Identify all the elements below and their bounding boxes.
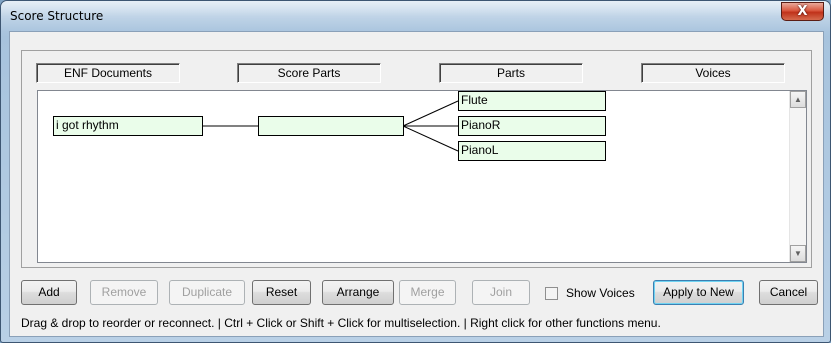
apply-to-new-button[interactable]: Apply to New	[653, 280, 744, 305]
close-icon: X	[797, 4, 808, 19]
scroll-up-icon[interactable]: ▲	[790, 91, 806, 108]
score-part-node[interactable]	[258, 116, 404, 136]
title-bar[interactable]: Score Structure X	[1, 1, 830, 31]
column-header-score-parts: Score Parts	[237, 63, 381, 83]
score-structure-window: Score Structure X ENF Documents Score Pa…	[0, 0, 831, 343]
show-voices-toggle[interactable]: Show Voices	[545, 285, 635, 301]
reset-button[interactable]: Reset	[252, 280, 311, 305]
show-voices-checkbox[interactable]	[545, 286, 558, 300]
add-button[interactable]: Add	[21, 280, 77, 305]
close-button[interactable]: X	[781, 2, 824, 21]
structure-panel: ENF Documents Score Parts Parts Voices i…	[21, 50, 812, 268]
part-node-flute[interactable]: Flute	[458, 91, 606, 111]
enf-document-node[interactable]: i got rhythm	[53, 116, 203, 136]
help-hint-text: Drag & drop to reorder or reconnect. | C…	[21, 316, 661, 330]
join-button[interactable]: Join	[472, 280, 530, 305]
remove-button[interactable]: Remove	[90, 280, 158, 305]
merge-button[interactable]: Merge	[399, 280, 456, 305]
scroll-down-icon[interactable]: ▼	[790, 245, 806, 262]
duplicate-button[interactable]: Duplicate	[169, 280, 245, 305]
column-header-enf-documents: ENF Documents	[36, 63, 180, 83]
vertical-scrollbar[interactable]: ▲ ▼	[789, 91, 806, 262]
arrange-button[interactable]: Arrange	[322, 280, 394, 305]
column-header-voices: Voices	[641, 63, 785, 83]
dialog-body: ENF Documents Score Parts Parts Voices i…	[9, 31, 824, 337]
window-title: Score Structure	[10, 9, 104, 23]
part-node-pianol[interactable]: PianoL	[458, 141, 606, 161]
column-header-parts: Parts	[439, 63, 583, 83]
part-node-pianor[interactable]: PianoR	[458, 116, 606, 136]
show-voices-label: Show Voices	[566, 286, 635, 300]
cancel-button[interactable]: Cancel	[759, 280, 818, 305]
structure-canvas[interactable]: i got rhythm Flute PianoR PianoL ▲ ▼	[37, 90, 807, 263]
